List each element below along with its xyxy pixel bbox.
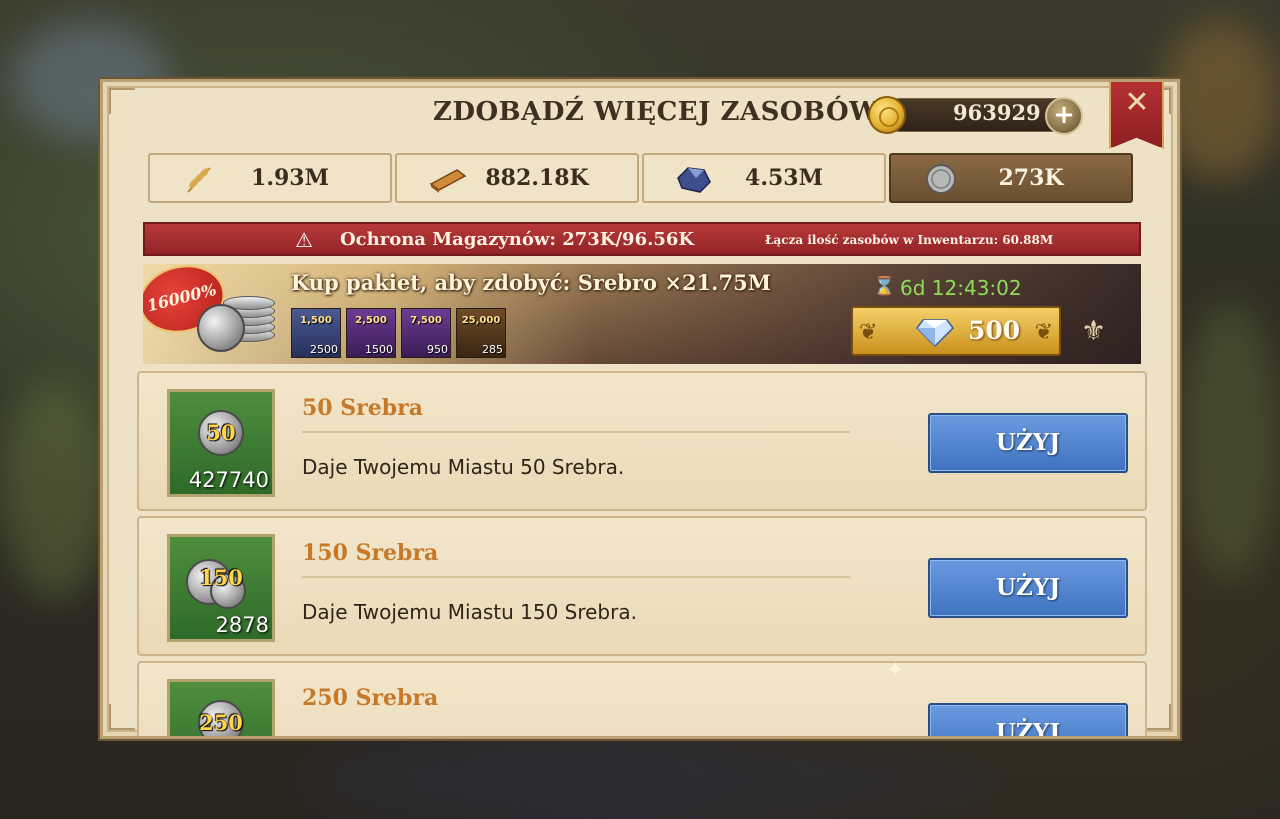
ornament-right-icon: ❦ bbox=[1034, 320, 1053, 345]
tab-stone[interactable]: 4.53M bbox=[642, 153, 886, 203]
fleur-de-lis-icon[interactable]: ⚜ bbox=[1081, 314, 1106, 347]
divider bbox=[302, 576, 850, 578]
item-amount-badge: 150 bbox=[199, 565, 243, 590]
warning-icon: ⚠ bbox=[295, 228, 313, 252]
gold-coin-icon bbox=[868, 96, 906, 134]
item-icon-tile: 150 2878 bbox=[167, 534, 275, 642]
storage-protection-text: Ochrona Magazynów: 273K/96.56K bbox=[340, 229, 695, 250]
promo-title: Kup pakiet, aby zdobyć: Srebro ×21.75M bbox=[291, 270, 771, 295]
list-item: 50 427740 50 Srebra Daje Twojemu Miastu … bbox=[137, 371, 1147, 511]
silver-value: 273K bbox=[998, 165, 1064, 191]
divider bbox=[302, 431, 850, 433]
dialog-title: ZDOBĄDŹ WIĘCEJ ZASOBÓW bbox=[433, 97, 879, 127]
wood-value: 882.18K bbox=[485, 165, 589, 191]
silver-stack-icon bbox=[193, 284, 283, 354]
item-name: 150 Srebra bbox=[302, 540, 439, 566]
tab-food[interactable]: 1.93M bbox=[148, 153, 392, 203]
item-icon-tile: 50 427740 bbox=[167, 389, 275, 497]
inventory-total-text: Łącza ilość zasobów w Inwentarzu: 60.88M bbox=[765, 233, 1054, 247]
use-button[interactable]: UŻYJ bbox=[928, 703, 1128, 736]
promo-pack-item: 7,500 950 bbox=[401, 308, 451, 358]
promo-pack-item: 1,500 2500 bbox=[291, 308, 341, 358]
promo-banner[interactable]: 16000% Kup pakiet, aby zdobyć: Srebro ×2… bbox=[143, 264, 1141, 364]
stone-ore-icon bbox=[677, 167, 711, 193]
close-icon[interactable]: ✕ bbox=[1122, 88, 1152, 118]
tab-silver[interactable]: 273K bbox=[889, 153, 1133, 203]
promo-timer: 6d 12:43:02 bbox=[900, 276, 1022, 300]
sparkle-icon: ✦ bbox=[886, 658, 905, 683]
item-icon-tile: 250 bbox=[167, 679, 275, 736]
list-item: 250 250 Srebra UŻYJ bbox=[137, 661, 1147, 736]
item-name: 50 Srebra bbox=[302, 395, 423, 421]
item-description: Daje Twojemu Miastu 150 Srebra. bbox=[302, 600, 637, 624]
hourglass-icon: ⌛ bbox=[873, 276, 896, 297]
list-item: 150 2878 150 Srebra Daje Twojemu Miastu … bbox=[137, 516, 1147, 656]
wheat-icon bbox=[187, 167, 211, 193]
promo-pack-item: 2,500 1500 bbox=[346, 308, 396, 358]
buy-pack-price: 500 bbox=[968, 316, 1021, 345]
item-amount-badge: 50 bbox=[206, 420, 236, 445]
panel-corner-ornament bbox=[109, 88, 135, 114]
add-gold-button[interactable]: + bbox=[1045, 97, 1083, 135]
use-button[interactable]: UŻYJ bbox=[928, 413, 1128, 473]
diamond-icon bbox=[916, 319, 954, 348]
silver-coin-icon bbox=[926, 164, 956, 194]
item-amount-badge: 250 bbox=[199, 710, 243, 735]
panel-corner-ornament bbox=[1145, 704, 1171, 730]
food-value: 1.93M bbox=[251, 165, 329, 191]
stone-value: 4.53M bbox=[745, 165, 823, 191]
item-quantity: 2878 bbox=[215, 613, 269, 637]
resource-dialog: ZDOBĄDŹ WIĘCEJ ZASOBÓW 963929 + ✕ 1.93M … bbox=[100, 79, 1180, 739]
wood-plank-icon bbox=[429, 169, 467, 193]
item-name: 250 Srebra bbox=[302, 685, 439, 711]
storage-protection-bar: ⚠ Ochrona Magazynów: 273K/96.56K Łącza i… bbox=[143, 222, 1141, 256]
ornament-left-icon: ❦ bbox=[859, 320, 878, 345]
gold-balance-value: 963929 bbox=[953, 100, 1041, 125]
promo-pack-item: 25,000 285 bbox=[456, 308, 506, 358]
use-button[interactable]: UŻYJ bbox=[928, 558, 1128, 618]
buy-pack-button[interactable]: ❦ 500 ❦ bbox=[851, 306, 1061, 356]
panel-corner-ornament bbox=[109, 704, 135, 730]
tab-wood[interactable]: 882.18K bbox=[395, 153, 639, 203]
item-description: Daje Twojemu Miastu 50 Srebra. bbox=[302, 455, 625, 479]
item-quantity: 427740 bbox=[188, 468, 269, 492]
